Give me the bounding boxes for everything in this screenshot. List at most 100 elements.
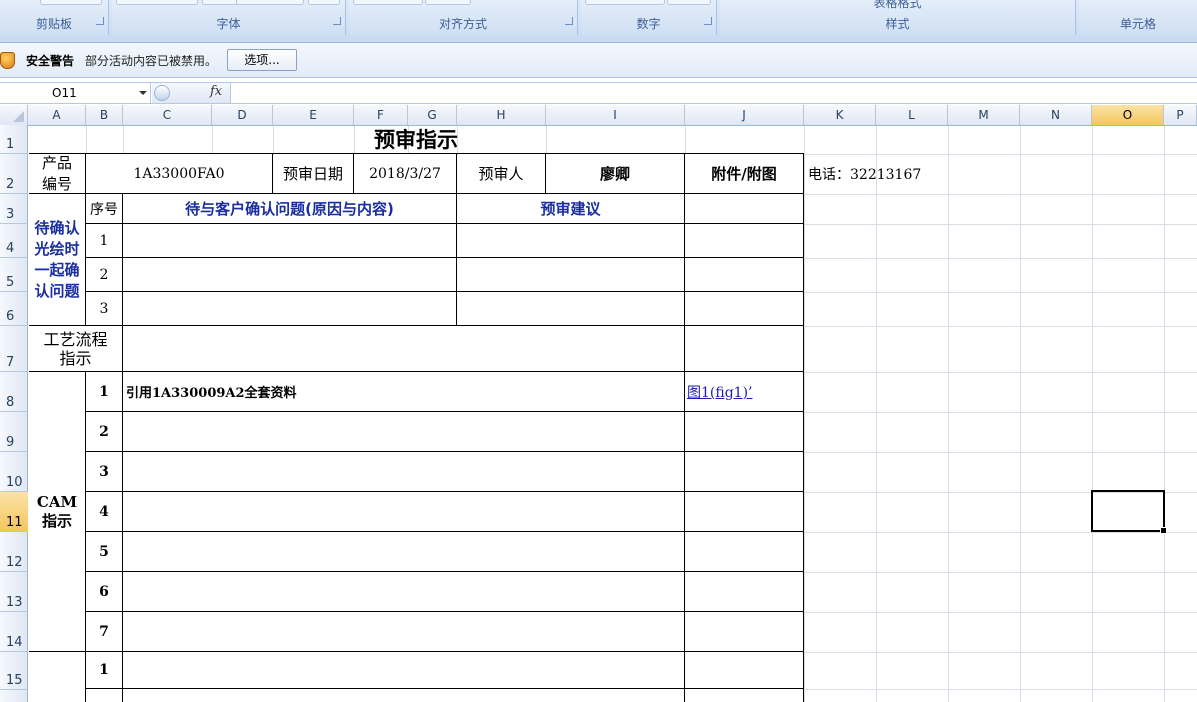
- confirm-row-content[interactable]: [122, 257, 457, 292]
- column-header-c[interactable]: C: [123, 105, 212, 125]
- next-section-row-content[interactable]: [122, 688, 685, 702]
- column-header-a[interactable]: A: [28, 105, 86, 125]
- cam-row-attachment-link[interactable]: 图1(fig1)’: [684, 371, 804, 412]
- cam-row-no[interactable]: 5: [85, 531, 123, 572]
- next-section-row-no[interactable]: 1: [85, 651, 123, 689]
- cam-row-attachment[interactable]: [684, 611, 804, 652]
- row-header-1[interactable]: 1: [0, 125, 28, 154]
- ribbon-group-clipboard[interactable]: 剪贴板: [0, 0, 109, 35]
- reviewer-cell[interactable]: 廖卿: [545, 153, 685, 194]
- cam-row-no[interactable]: 4: [85, 491, 123, 532]
- ribbon-group-number[interactable]: 数字: [581, 0, 717, 35]
- worksheet-grid[interactable]: 预审指示 产品 编号 1A33000FA0 预审日期 2018/3/27 预审人…: [29, 126, 1197, 702]
- row-header-5[interactable]: 5: [0, 258, 28, 292]
- next-section-label-cell[interactable]: [29, 651, 86, 702]
- confirm-row-no[interactable]: 1: [85, 223, 123, 258]
- column-header-o[interactable]: O: [1092, 105, 1164, 125]
- row-header-3[interactable]: 3: [0, 194, 28, 224]
- row-header-12[interactable]: 12: [0, 532, 28, 572]
- active-cell-selection[interactable]: [1091, 490, 1167, 534]
- confirm-row-content[interactable]: [122, 291, 457, 326]
- cam-row-attachment[interactable]: [684, 411, 804, 452]
- review-date-label-cell[interactable]: 预审日期: [272, 153, 354, 194]
- cam-row-attachment[interactable]: [684, 491, 804, 532]
- cam-row-content[interactable]: [122, 451, 685, 492]
- cam-row-content[interactable]: 引用1A330009A2全套资料: [122, 371, 685, 412]
- cam-row-content[interactable]: [122, 571, 685, 612]
- column-header-j[interactable]: J: [685, 105, 804, 125]
- row-header-7[interactable]: 7: [0, 326, 28, 372]
- column-header-d[interactable]: D: [212, 105, 273, 125]
- insert-function-icon[interactable]: fx: [210, 84, 222, 99]
- next-section-row-extra[interactable]: [684, 651, 804, 689]
- dialog-launcher-icon[interactable]: [333, 17, 341, 25]
- column-header-m[interactable]: M: [948, 105, 1020, 125]
- name-box[interactable]: O11: [0, 83, 151, 103]
- column-header-n[interactable]: N: [1020, 105, 1092, 125]
- row-header-10[interactable]: 10: [0, 452, 28, 492]
- confirm-row-no[interactable]: 2: [85, 257, 123, 292]
- phone-cell[interactable]: 电话：32213167: [808, 164, 921, 184]
- suggestion-header-cell[interactable]: 预审建议: [456, 193, 685, 224]
- row-header-11[interactable]: 11: [0, 492, 28, 532]
- confirm-header-cell[interactable]: 待与客户确认问题(原因与内容): [122, 193, 457, 224]
- dialog-launcher-icon[interactable]: [565, 17, 573, 25]
- cam-row-attachment[interactable]: [684, 451, 804, 492]
- row-header-6[interactable]: 6: [0, 292, 28, 326]
- next-section-row-extra[interactable]: [684, 688, 804, 702]
- cam-label-cell[interactable]: CAM 指示: [29, 371, 86, 652]
- cam-row-no[interactable]: 2: [85, 411, 123, 452]
- process-extra-cell[interactable]: [684, 325, 804, 372]
- column-header-p[interactable]: P: [1164, 105, 1197, 125]
- column-header-l[interactable]: L: [876, 105, 948, 125]
- cam-row-content[interactable]: [122, 611, 685, 652]
- attachment-label-cell[interactable]: 附件/附图: [684, 153, 804, 194]
- confirm-row-extra[interactable]: [684, 223, 804, 258]
- fill-handle[interactable]: [1160, 527, 1167, 534]
- product-no-label-cell[interactable]: 产品 编号: [29, 153, 86, 194]
- cam-row-content[interactable]: [122, 491, 685, 532]
- process-content-cell[interactable]: [122, 325, 685, 372]
- seq-label-cell[interactable]: 序号: [85, 193, 123, 224]
- process-label-cell[interactable]: 工艺流程 指示: [29, 325, 123, 372]
- row-header-9[interactable]: 9: [0, 412, 28, 452]
- cam-row-no[interactable]: 7: [85, 611, 123, 652]
- column-header-i[interactable]: I: [546, 105, 685, 125]
- confirm-row-extra[interactable]: [684, 257, 804, 292]
- select-all-button[interactable]: [0, 105, 28, 125]
- dialog-launcher-icon[interactable]: [96, 17, 104, 25]
- ribbon-group-alignment[interactable]: 对齐方式: [349, 0, 578, 35]
- column-header-g[interactable]: G: [408, 105, 457, 125]
- row-header-13[interactable]: 13: [0, 572, 28, 612]
- confirm-row-no[interactable]: 3: [85, 291, 123, 326]
- reviewer-label-cell[interactable]: 预审人: [456, 153, 546, 194]
- format-as-table-fragment[interactable]: 表格格式: [720, 0, 1075, 11]
- ribbon-group-font[interactable]: 字体: [112, 0, 346, 35]
- formula-input[interactable]: [232, 83, 1197, 103]
- formula-bar-resize-handle[interactable]: [154, 85, 170, 101]
- cam-row-no[interactable]: 1: [85, 371, 123, 412]
- cam-row-content[interactable]: [122, 411, 685, 452]
- name-box-dropdown-icon[interactable]: [139, 91, 147, 95]
- ribbon-group-styles[interactable]: 表格格式 样式: [720, 0, 1076, 35]
- column-header-f[interactable]: F: [354, 105, 408, 125]
- column-header-k[interactable]: K: [804, 105, 876, 125]
- cam-row-no[interactable]: 3: [85, 451, 123, 492]
- confirm-row-content[interactable]: [122, 223, 457, 258]
- security-options-button[interactable]: 选项...: [227, 49, 297, 71]
- review-date-cell[interactable]: 2018/3/27: [353, 153, 457, 194]
- row-header-8[interactable]: 8: [0, 372, 28, 412]
- confirm-row-suggestion[interactable]: [456, 223, 685, 258]
- dialog-launcher-icon[interactable]: [704, 17, 712, 25]
- next-section-row-no[interactable]: [85, 688, 123, 702]
- confirm-row-suggestion[interactable]: [456, 257, 685, 292]
- next-section-row-content[interactable]: [122, 651, 685, 689]
- cam-row-no[interactable]: 6: [85, 571, 123, 612]
- column-header-e[interactable]: E: [273, 105, 354, 125]
- cam-row-attachment[interactable]: [684, 531, 804, 572]
- product-no-cell[interactable]: 1A33000FA0: [85, 153, 273, 194]
- confirm-row-suggestion[interactable]: [456, 291, 685, 326]
- row-header-15[interactable]: 15: [0, 652, 28, 690]
- cam-row-attachment[interactable]: [684, 571, 804, 612]
- row-header-2[interactable]: 2: [0, 154, 28, 194]
